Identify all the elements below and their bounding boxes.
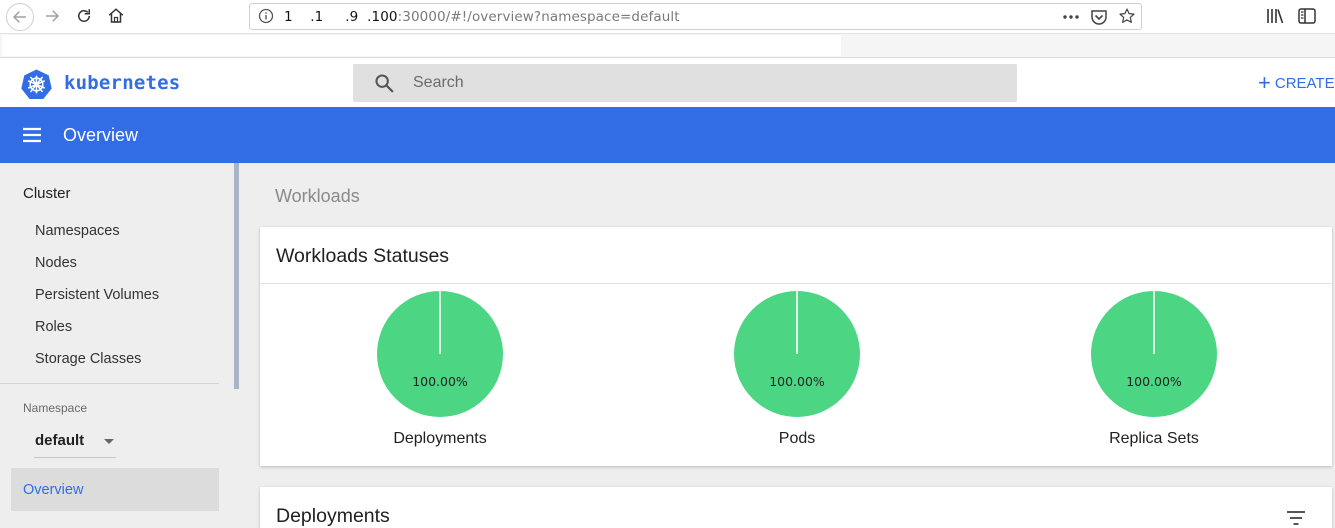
section-title-workloads: Workloads: [275, 186, 360, 206]
namespace-select[interactable]: default: [34, 427, 116, 458]
workloads-statuses-card: Workloads Statuses 100.00% Deployments 1…: [260, 227, 1332, 466]
url-path: :30000/#!/overview?namespace=default: [397, 9, 680, 25]
sidebar-item-storage-classes[interactable]: Storage Classes: [35, 351, 141, 367]
forward-arrow-icon: [46, 10, 60, 22]
page-title: Overview: [63, 125, 139, 145]
status-chart: 100.00% Replica Sets: [1089, 289, 1219, 449]
card-title: Workloads Statuses: [276, 245, 450, 267]
pocket-icon[interactable]: [1090, 8, 1108, 26]
reload-icon: [78, 9, 90, 22]
sidebar: Cluster Namespaces Nodes Persistent Volu…: [0, 163, 240, 528]
pie-percent-label: 100.00%: [412, 374, 468, 389]
url-host: 1 .1 .9 .100: [284, 9, 398, 25]
sidebar-item-nodes[interactable]: Nodes: [35, 255, 77, 271]
sidebar-item-persistent-volumes[interactable]: Persistent Volumes: [35, 287, 159, 303]
create-label: CREATE: [1274, 74, 1335, 92]
pie-percent-label: 100.00%: [769, 374, 825, 389]
namespace-label: Namespace: [23, 401, 88, 415]
search-box[interactable]: [353, 64, 1017, 102]
back-button[interactable]: [6, 3, 34, 31]
chart-label-deployments: Deployments: [393, 430, 487, 447]
pie-percent-label: 100.00%: [1126, 374, 1182, 389]
reload-button[interactable]: [72, 4, 96, 28]
back-arrow-icon: [12, 11, 26, 23]
logo-text[interactable]: kubernetes: [64, 72, 180, 94]
card-title: Deployments: [276, 505, 390, 527]
pie-chart[interactable]: [1089, 289, 1219, 419]
chart-label-pods: Pods: [778, 430, 816, 447]
pie-chart[interactable]: [375, 289, 505, 419]
sidebar-divider: [0, 383, 219, 384]
chart-label-replica-sets: Replica Sets: [1109, 430, 1199, 447]
url-bar[interactable]: 1 .1 .9 .100:30000/#!/overview?namespace…: [249, 3, 1142, 30]
card-divider: [260, 283, 1332, 284]
chevron-down-icon: [104, 439, 114, 444]
search-icon: [375, 74, 394, 93]
home-icon: [108, 8, 124, 23]
bookmarks-bar: [0, 34, 1335, 58]
sidebar-item-overview-label: Overview: [23, 482, 84, 498]
sidebar-scrollbar[interactable]: [234, 163, 239, 389]
browser-toolbar: 1 .1 .9 .100:30000/#!/overview?namespace…: [0, 0, 1335, 34]
sidebar-heading-cluster[interactable]: Cluster: [23, 185, 71, 202]
create-button[interactable]: + CREATE: [1258, 70, 1335, 96]
page: 1 .1 .9 .100:30000/#!/overview?namespace…: [0, 0, 1335, 528]
filter-icon[interactable]: [1285, 509, 1307, 527]
status-chart: 100.00% Deployments: [375, 289, 505, 449]
library-icon[interactable]: [1265, 7, 1285, 25]
sidebar-item-overview[interactable]: Overview: [11, 468, 219, 511]
title-bar: Overview: [0, 107, 1335, 163]
star-icon[interactable]: [1118, 7, 1136, 25]
url-text[interactable]: 1 .1 .9 .100:30000/#!/overview?namespace…: [284, 9, 680, 25]
namespace-value: default: [35, 432, 85, 449]
deployments-card: Deployments: [260, 487, 1332, 528]
bookmarks-area: [2, 35, 841, 56]
plus-icon: +: [1258, 70, 1271, 95]
app-toolbar: kubernetes + CREATE: [0, 58, 1335, 107]
kubernetes-logo-icon[interactable]: [21, 68, 52, 99]
sidebar-item-namespaces[interactable]: Namespaces: [35, 223, 120, 239]
search-input[interactable]: [413, 64, 993, 102]
sidebar-item-roles[interactable]: Roles: [35, 319, 72, 335]
home-button[interactable]: [104, 4, 128, 28]
sidebar-icon[interactable]: [1297, 7, 1317, 25]
info-icon[interactable]: [258, 8, 274, 24]
more-dots-icon[interactable]: [1062, 9, 1080, 25]
forward-button[interactable]: [40, 4, 64, 28]
pie-chart[interactable]: [732, 289, 862, 419]
menu-icon[interactable]: [21, 124, 43, 146]
status-chart: 100.00% Pods: [732, 289, 862, 449]
